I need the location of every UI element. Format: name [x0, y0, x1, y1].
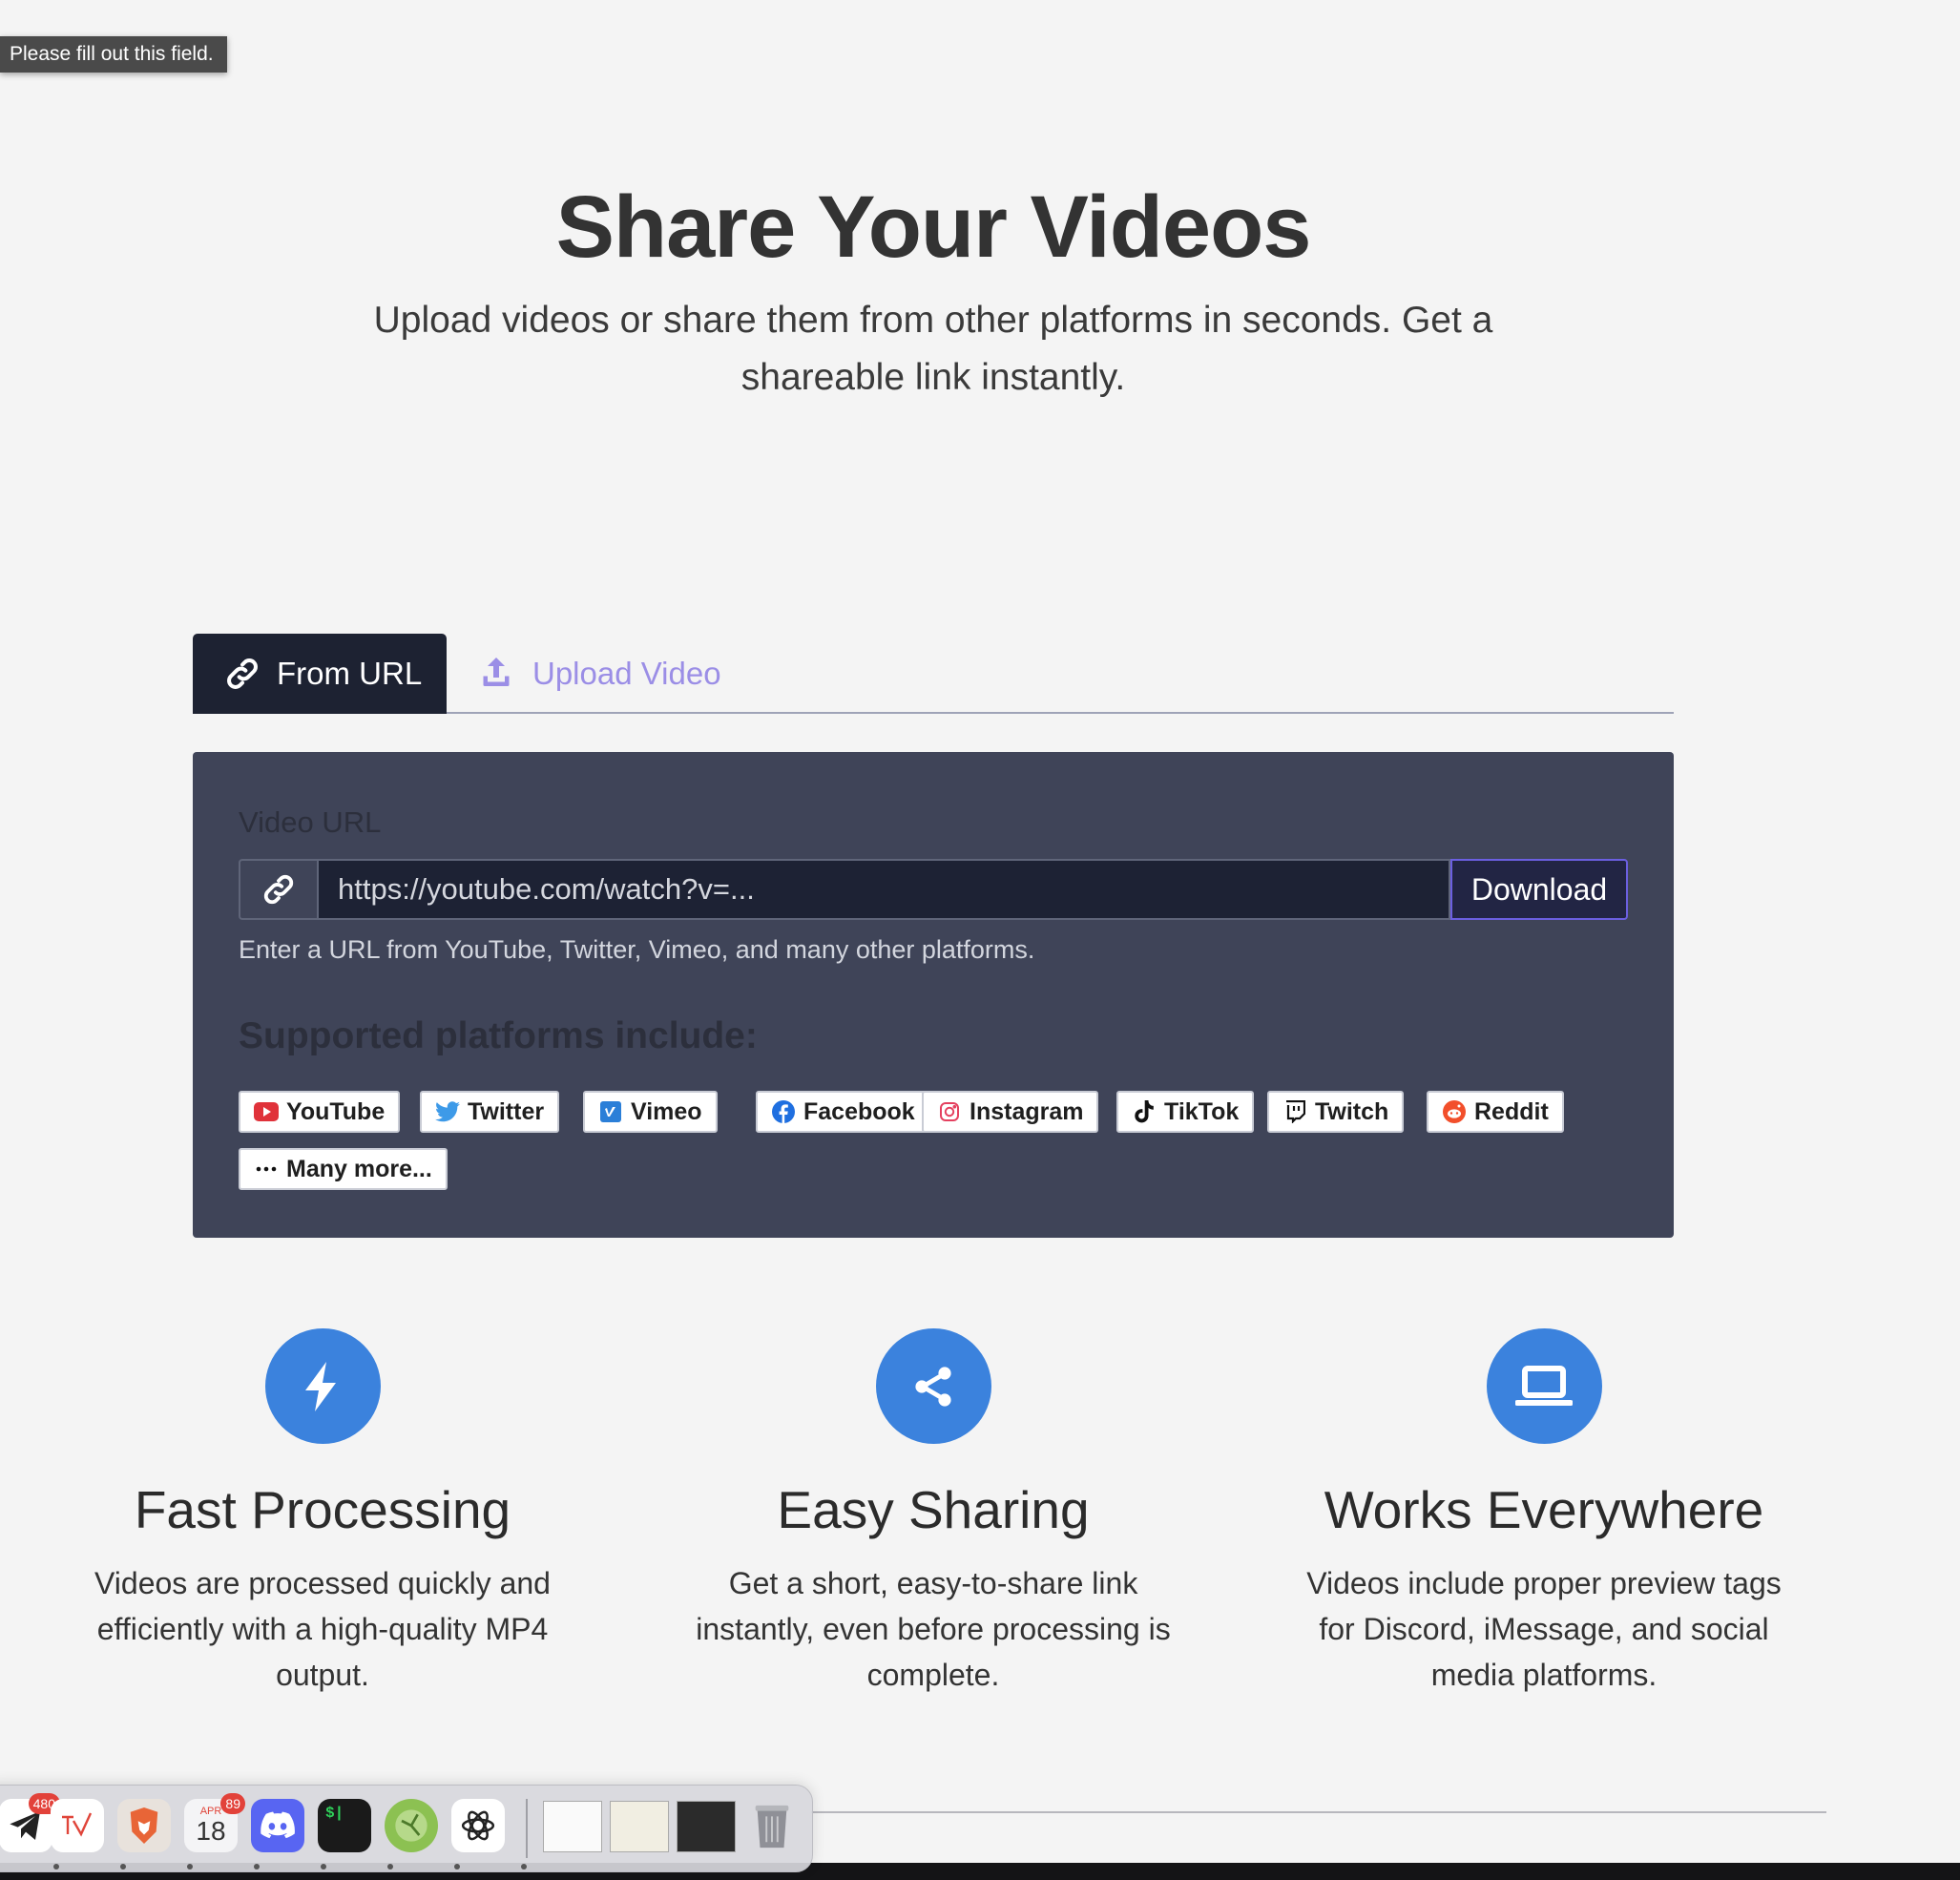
download-button[interactable]: Download	[1450, 859, 1628, 920]
link-icon	[223, 655, 261, 693]
laptop-icon	[1486, 1328, 1602, 1444]
footer-divider	[811, 1811, 1826, 1813]
reddit-icon	[1442, 1099, 1467, 1124]
upload-icon	[479, 655, 517, 693]
badge-twitch: Twitch	[1267, 1091, 1405, 1133]
instagram-icon	[937, 1099, 962, 1124]
discord-icon[interactable]	[251, 1799, 304, 1852]
dock-running-dot	[454, 1864, 460, 1870]
feature-description: Get a short, easy-to-share link instantl…	[696, 1566, 1171, 1692]
source-tabs: From URL Upload Video	[193, 634, 1674, 714]
badge-facebook: Facebook	[756, 1091, 930, 1133]
dock-running-dot	[254, 1864, 260, 1870]
brave-browser-icon[interactable]	[117, 1799, 171, 1852]
badge-many-more: Many more...	[239, 1148, 448, 1190]
chatgpt-icon[interactable]	[451, 1799, 505, 1852]
clock-app-icon[interactable]	[385, 1799, 438, 1852]
dock-running-dot	[521, 1864, 527, 1870]
youtube-icon	[254, 1099, 279, 1124]
feature-works-everywhere: Works Everywhere Videos include proper p…	[1239, 1328, 1849, 1698]
dock-separator	[526, 1799, 528, 1858]
notification-badge: 89	[220, 1793, 245, 1814]
validation-tooltip: Please fill out this field.	[0, 36, 227, 73]
dock-running-dot	[187, 1864, 193, 1870]
badge-reddit: Reddit	[1427, 1091, 1564, 1133]
feature-easy-sharing: Easy Sharing Get a short, easy-to-share …	[628, 1328, 1239, 1698]
feature-title: Works Everywhere	[1324, 1480, 1764, 1539]
dock-running-dot	[321, 1864, 326, 1870]
video-url-label: Video URL	[239, 805, 382, 839]
macos-dock: 480 APR 18 89 $|	[0, 1785, 813, 1872]
url-form-card: Video URL Download Enter a URL from YouT…	[193, 752, 1674, 1238]
badge-twitter: Twitter	[420, 1091, 560, 1133]
badge-tiktok: TikTok	[1116, 1091, 1255, 1133]
todoist-icon[interactable]	[51, 1799, 104, 1852]
page-subtitle: Upload videos or share them from other p…	[373, 300, 1493, 398]
tab-upload-video[interactable]: Upload Video	[479, 634, 721, 714]
video-url-input[interactable]	[317, 859, 1450, 920]
terminal-icon[interactable]: $|	[318, 1799, 371, 1852]
ellipsis-icon	[254, 1157, 279, 1181]
twitter-icon	[435, 1099, 460, 1124]
facebook-icon	[771, 1099, 796, 1124]
platforms-heading: Supported platforms include:	[239, 1015, 758, 1056]
badge-vimeo: Vimeo	[583, 1091, 718, 1133]
feature-fast-processing: Fast Processing Videos are processed qui…	[17, 1328, 628, 1698]
window-thumbnail[interactable]	[543, 1801, 602, 1852]
badge-instagram: Instagram	[922, 1091, 1099, 1133]
dock-running-dot	[53, 1864, 59, 1870]
badge-youtube: YouTube	[239, 1091, 401, 1133]
trash-icon[interactable]	[745, 1799, 799, 1852]
dock-running-dot	[387, 1864, 393, 1870]
link-icon	[239, 859, 317, 920]
page-title: Share Your Videos	[555, 178, 1312, 276]
tab-from-url[interactable]: From URL	[193, 634, 447, 714]
feature-description: Videos include proper preview tags for D…	[1306, 1566, 1782, 1692]
twitch-icon	[1282, 1099, 1307, 1124]
calendar-icon[interactable]: APR 18 89	[184, 1793, 245, 1852]
telegram-icon[interactable]: 480	[0, 1793, 60, 1852]
vimeo-icon	[598, 1099, 623, 1124]
url-help-text: Enter a URL from YouTube, Twitter, Vimeo…	[239, 935, 1035, 964]
feature-title: Easy Sharing	[777, 1480, 1090, 1539]
window-thumbnail[interactable]	[677, 1801, 736, 1852]
window-thumbnail[interactable]	[610, 1801, 669, 1852]
feature-title: Fast Processing	[134, 1480, 511, 1539]
dock-running-dot	[120, 1864, 126, 1870]
bolt-icon	[264, 1328, 381, 1444]
url-input-group: Download	[239, 859, 1628, 920]
share-icon	[875, 1328, 991, 1444]
tab-label: From URL	[277, 656, 423, 691]
feature-description: Videos are processed quickly and efficie…	[94, 1566, 551, 1692]
tab-label: Upload Video	[532, 656, 721, 691]
tiktok-icon	[1132, 1099, 1157, 1124]
